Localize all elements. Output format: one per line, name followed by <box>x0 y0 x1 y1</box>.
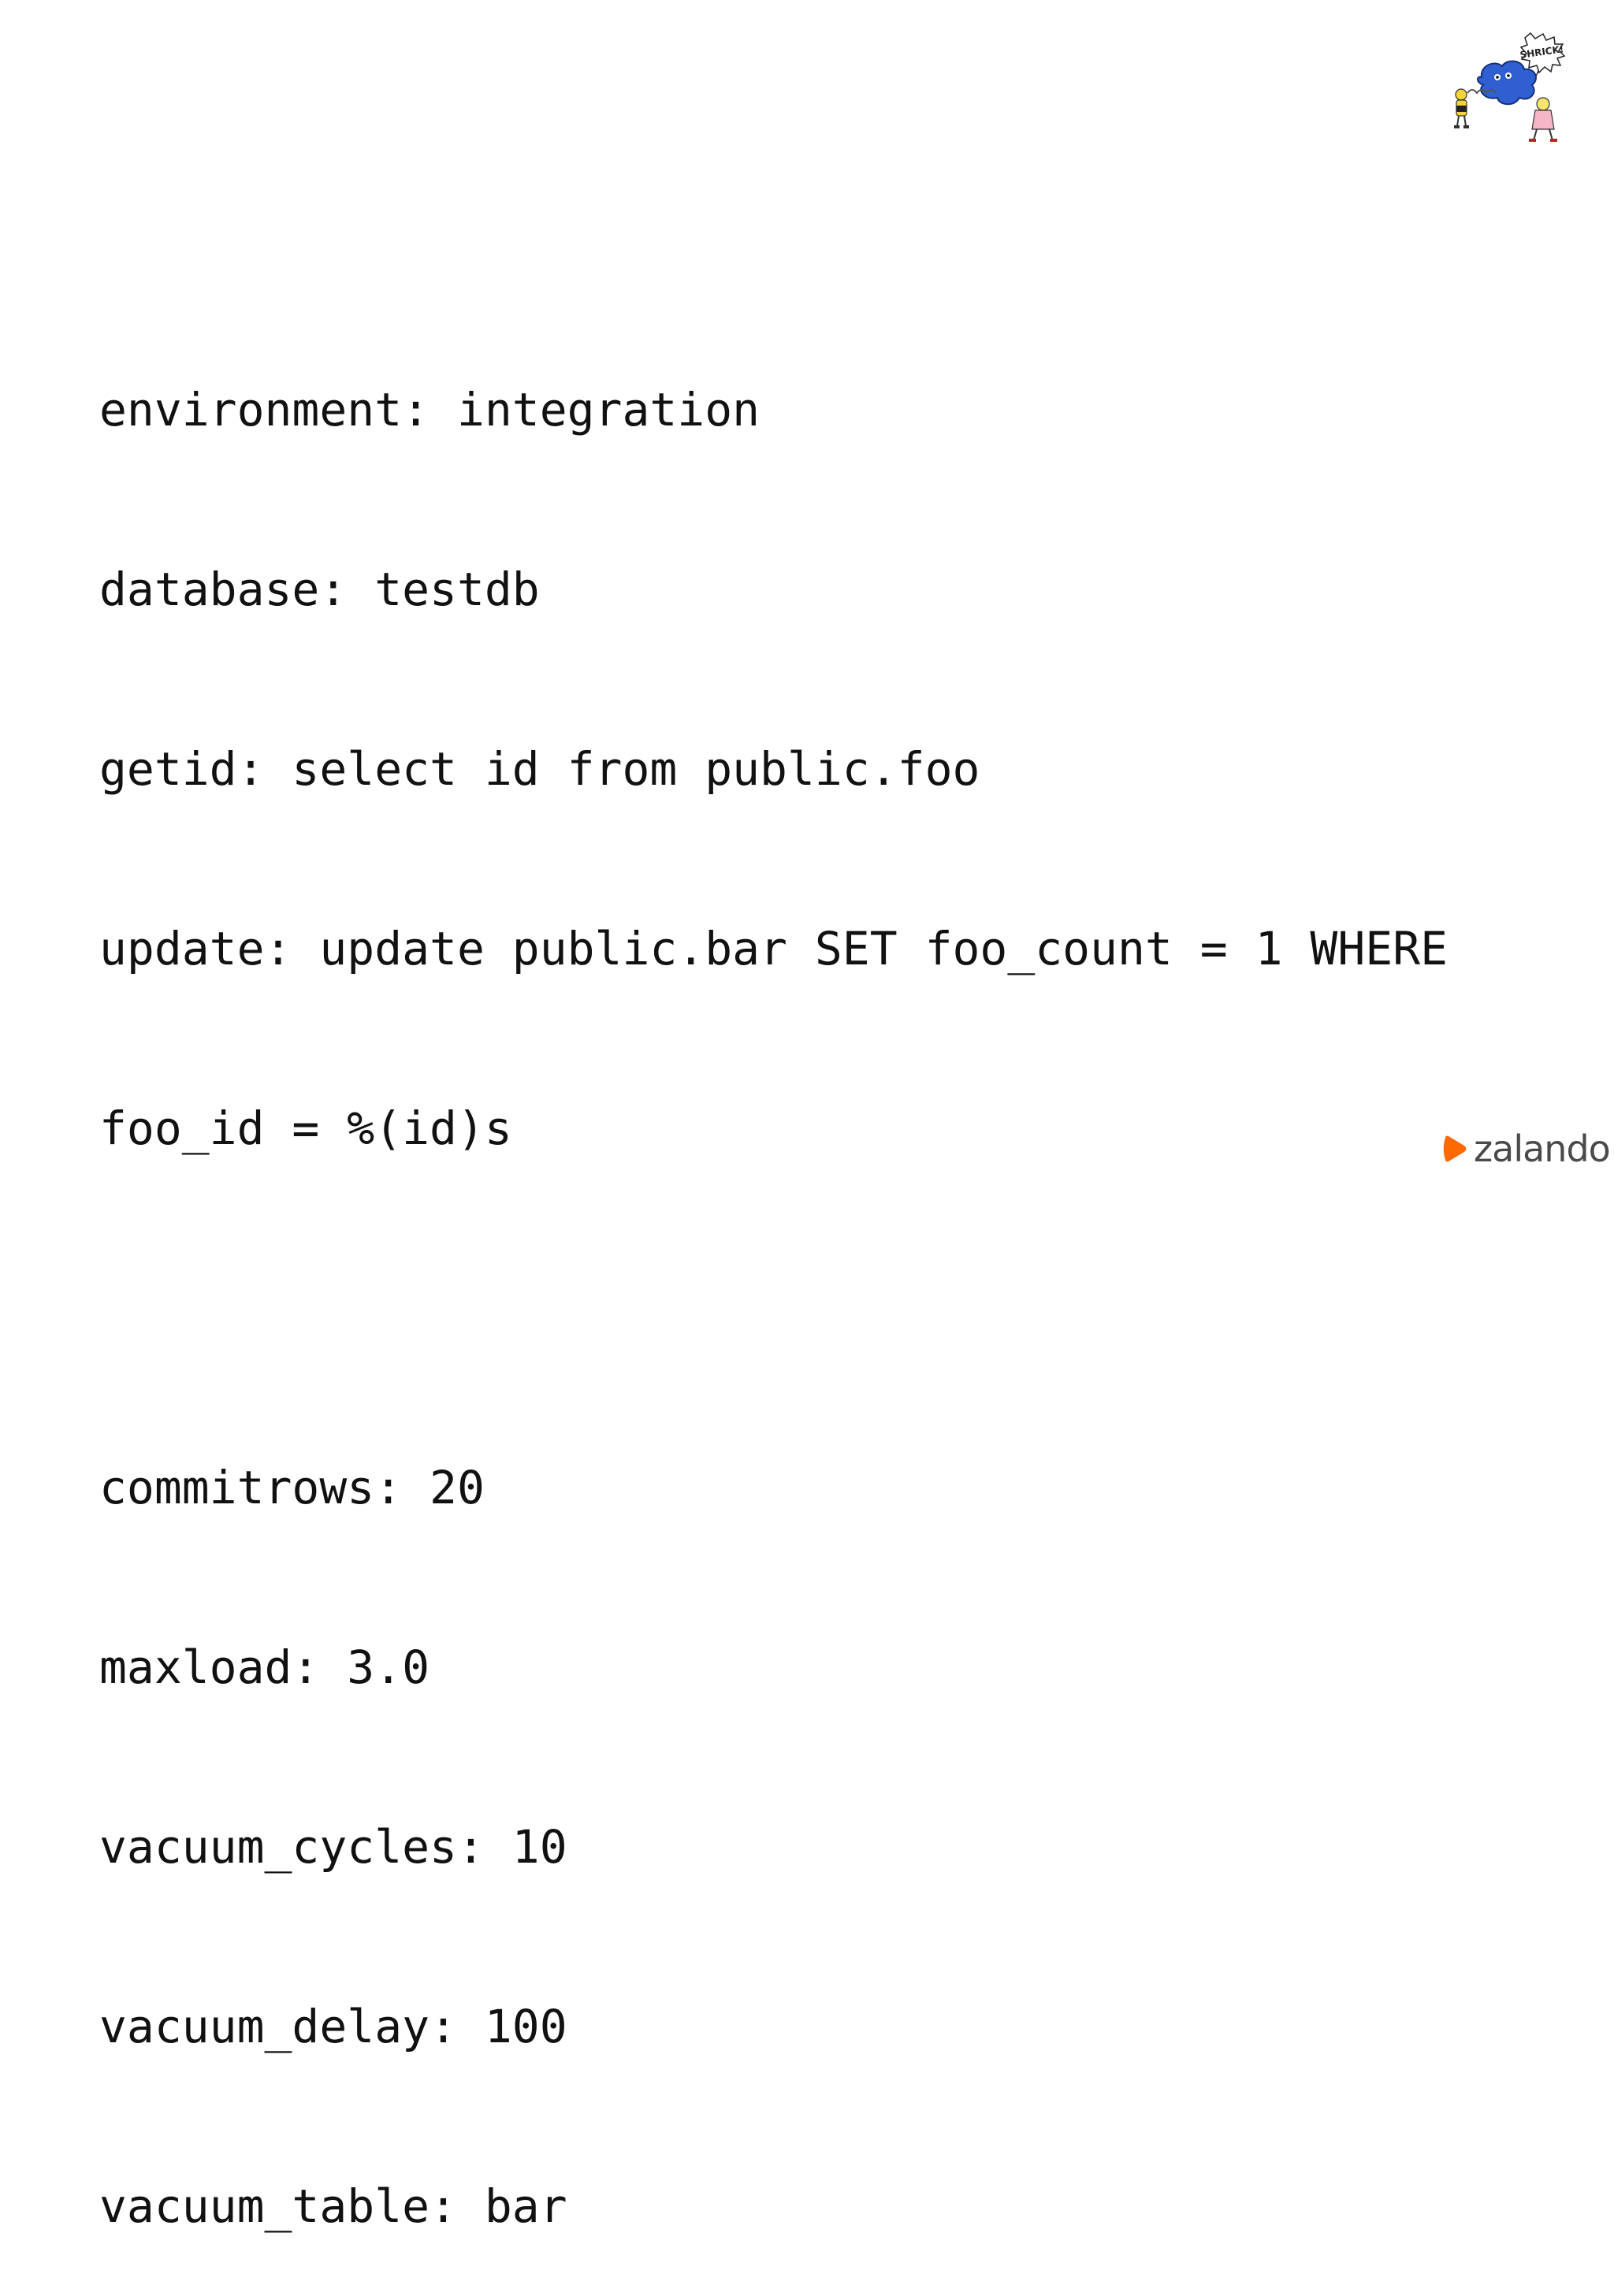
config-line-maxload: maxload: 3.0 <box>99 1640 430 1694</box>
config-block: environment: integration database: testd… <box>99 260 1448 2296</box>
config-line-vacuum-delay: vacuum_delay: 100 <box>99 2000 567 2053</box>
brand-name: zalando <box>1474 1128 1611 1170</box>
config-line-database: database: testdb <box>99 563 540 616</box>
zalando-logo-icon <box>1443 1135 1467 1162</box>
comic-illustration-icon: SHRICK! <box>1450 32 1584 150</box>
config-line-getid: getid: select id from public.foo <box>99 742 980 796</box>
config-line-update-continued: foo_id = %(id)s <box>99 1102 512 1155</box>
config-line-vacuum-cycles: vacuum_cycles: 10 <box>99 1820 567 1874</box>
config-line-commitrows: commitrows: 20 <box>99 1461 485 1514</box>
config-line-environment: environment: integration <box>99 383 761 437</box>
brand-logo: zalando <box>1441 1125 1611 1172</box>
config-line-vacuum-table: vacuum_table: bar <box>99 2179 567 2233</box>
config-line-update: update: update public.bar SET foo_count … <box>99 922 1449 975</box>
